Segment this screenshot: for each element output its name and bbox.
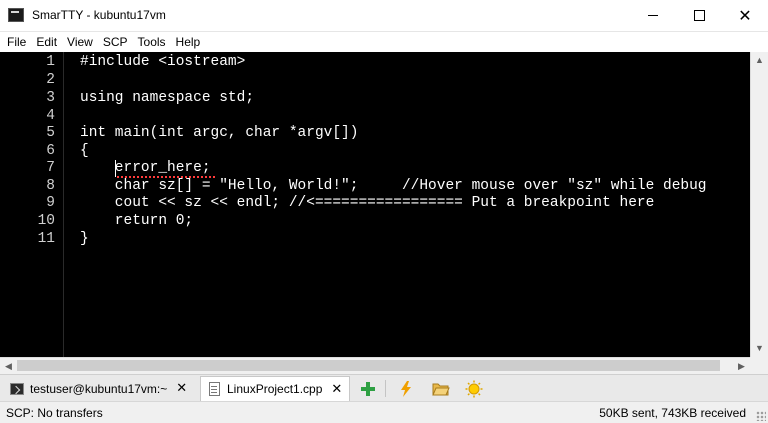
menu-tools[interactable]: Tools (133, 32, 171, 52)
resize-grip-icon[interactable] (756, 411, 766, 421)
tab-bar: testuser@kubuntu17vm:~ ✕ LinuxProject1.c… (0, 374, 768, 401)
tab-source-file[interactable]: LinuxProject1.cpp ✕ (200, 376, 350, 401)
line-number: 1 (46, 54, 55, 70)
code-line: using namespace std; (80, 90, 255, 106)
open-folder-button[interactable] (430, 378, 452, 399)
scrollbar-corner (750, 357, 768, 374)
scroll-right-icon[interactable]: ▶ (733, 358, 750, 375)
terminal-icon (10, 382, 24, 395)
close-icon: ✕ (738, 5, 752, 25)
flash-icon (401, 380, 411, 397)
folder-icon (432, 383, 450, 395)
add-icon (361, 381, 375, 396)
line-number: 3 (46, 90, 55, 106)
line-number-gutter: 1 2 3 4 5 6 7 8 9 10 11 (0, 52, 64, 357)
status-bar: SCP: No transfers 50KB sent, 743KB recei… (0, 401, 768, 423)
tab-label: LinuxProject1.cpp (227, 382, 323, 396)
maximize-icon (693, 10, 705, 21)
scroll-up-icon[interactable]: ▲ (751, 52, 768, 69)
menu-edit[interactable]: Edit (31, 32, 62, 52)
transfer-stats: 50KB sent, 743KB received (599, 406, 746, 420)
menu-scp[interactable]: SCP (98, 32, 133, 52)
code-line: int main(int argc, char *argv[]) (80, 125, 359, 141)
close-button[interactable]: ✕ (722, 0, 768, 31)
code-editor[interactable]: 1 2 3 4 5 6 7 8 9 10 11 #include <iostre… (0, 52, 750, 357)
maximize-button[interactable] (676, 0, 722, 31)
code-line: error_here; (80, 160, 211, 176)
line-number: 7 (46, 160, 55, 176)
menu-bar: File Edit View SCP Tools Help (0, 32, 768, 52)
code-line: #include <iostream> (80, 54, 246, 70)
error-underline (117, 176, 215, 178)
vertical-scrollbar[interactable]: ▲ ▼ (750, 52, 768, 357)
settings-sun-button[interactable] (463, 378, 485, 399)
line-number: 2 (46, 72, 55, 88)
quick-command-button[interactable] (395, 378, 417, 399)
scroll-left-icon[interactable]: ◀ (0, 358, 17, 375)
code-line: } (80, 231, 89, 247)
horizontal-scroll-thumb[interactable] (17, 360, 720, 371)
line-number: 5 (46, 125, 55, 141)
scp-status: SCP: No transfers (6, 406, 103, 420)
line-number: 10 (37, 213, 55, 229)
tab-terminal[interactable]: testuser@kubuntu17vm:~ ✕ (2, 376, 198, 401)
line-number: 8 (46, 178, 55, 194)
menu-view[interactable]: View (62, 32, 98, 52)
code-line: { (80, 143, 89, 159)
tab-label: testuser@kubuntu17vm:~ (30, 381, 168, 396)
minimize-icon (648, 15, 658, 16)
line-number: 6 (46, 143, 55, 159)
menu-help[interactable]: Help (171, 32, 206, 52)
window-title: SmarTTY - kubuntu17vm (32, 8, 166, 22)
line-number: 4 (46, 108, 55, 124)
close-icon[interactable]: ✕ (176, 381, 187, 396)
code-line: return 0; (80, 213, 194, 229)
toolbar-separator (385, 380, 386, 397)
code-line: char sz[] = "Hello, World!"; //Hover mou… (80, 178, 707, 194)
new-tab-button[interactable] (357, 378, 379, 399)
title-bar: SmarTTY - kubuntu17vm ✕ (0, 0, 768, 32)
menu-file[interactable]: File (2, 32, 31, 52)
line-number: 9 (46, 195, 55, 211)
text-cursor (115, 160, 116, 177)
sun-icon (465, 380, 483, 397)
terminal-app-icon (8, 8, 24, 22)
code-line: cout << sz << endl; //<=================… (80, 195, 655, 211)
minimize-button[interactable] (630, 0, 676, 31)
line-number: 11 (37, 231, 55, 247)
close-icon[interactable]: ✕ (331, 382, 342, 397)
file-icon (209, 382, 220, 396)
scroll-down-icon[interactable]: ▼ (751, 340, 768, 357)
horizontal-scrollbar[interactable]: ◀ ▶ (0, 357, 750, 374)
